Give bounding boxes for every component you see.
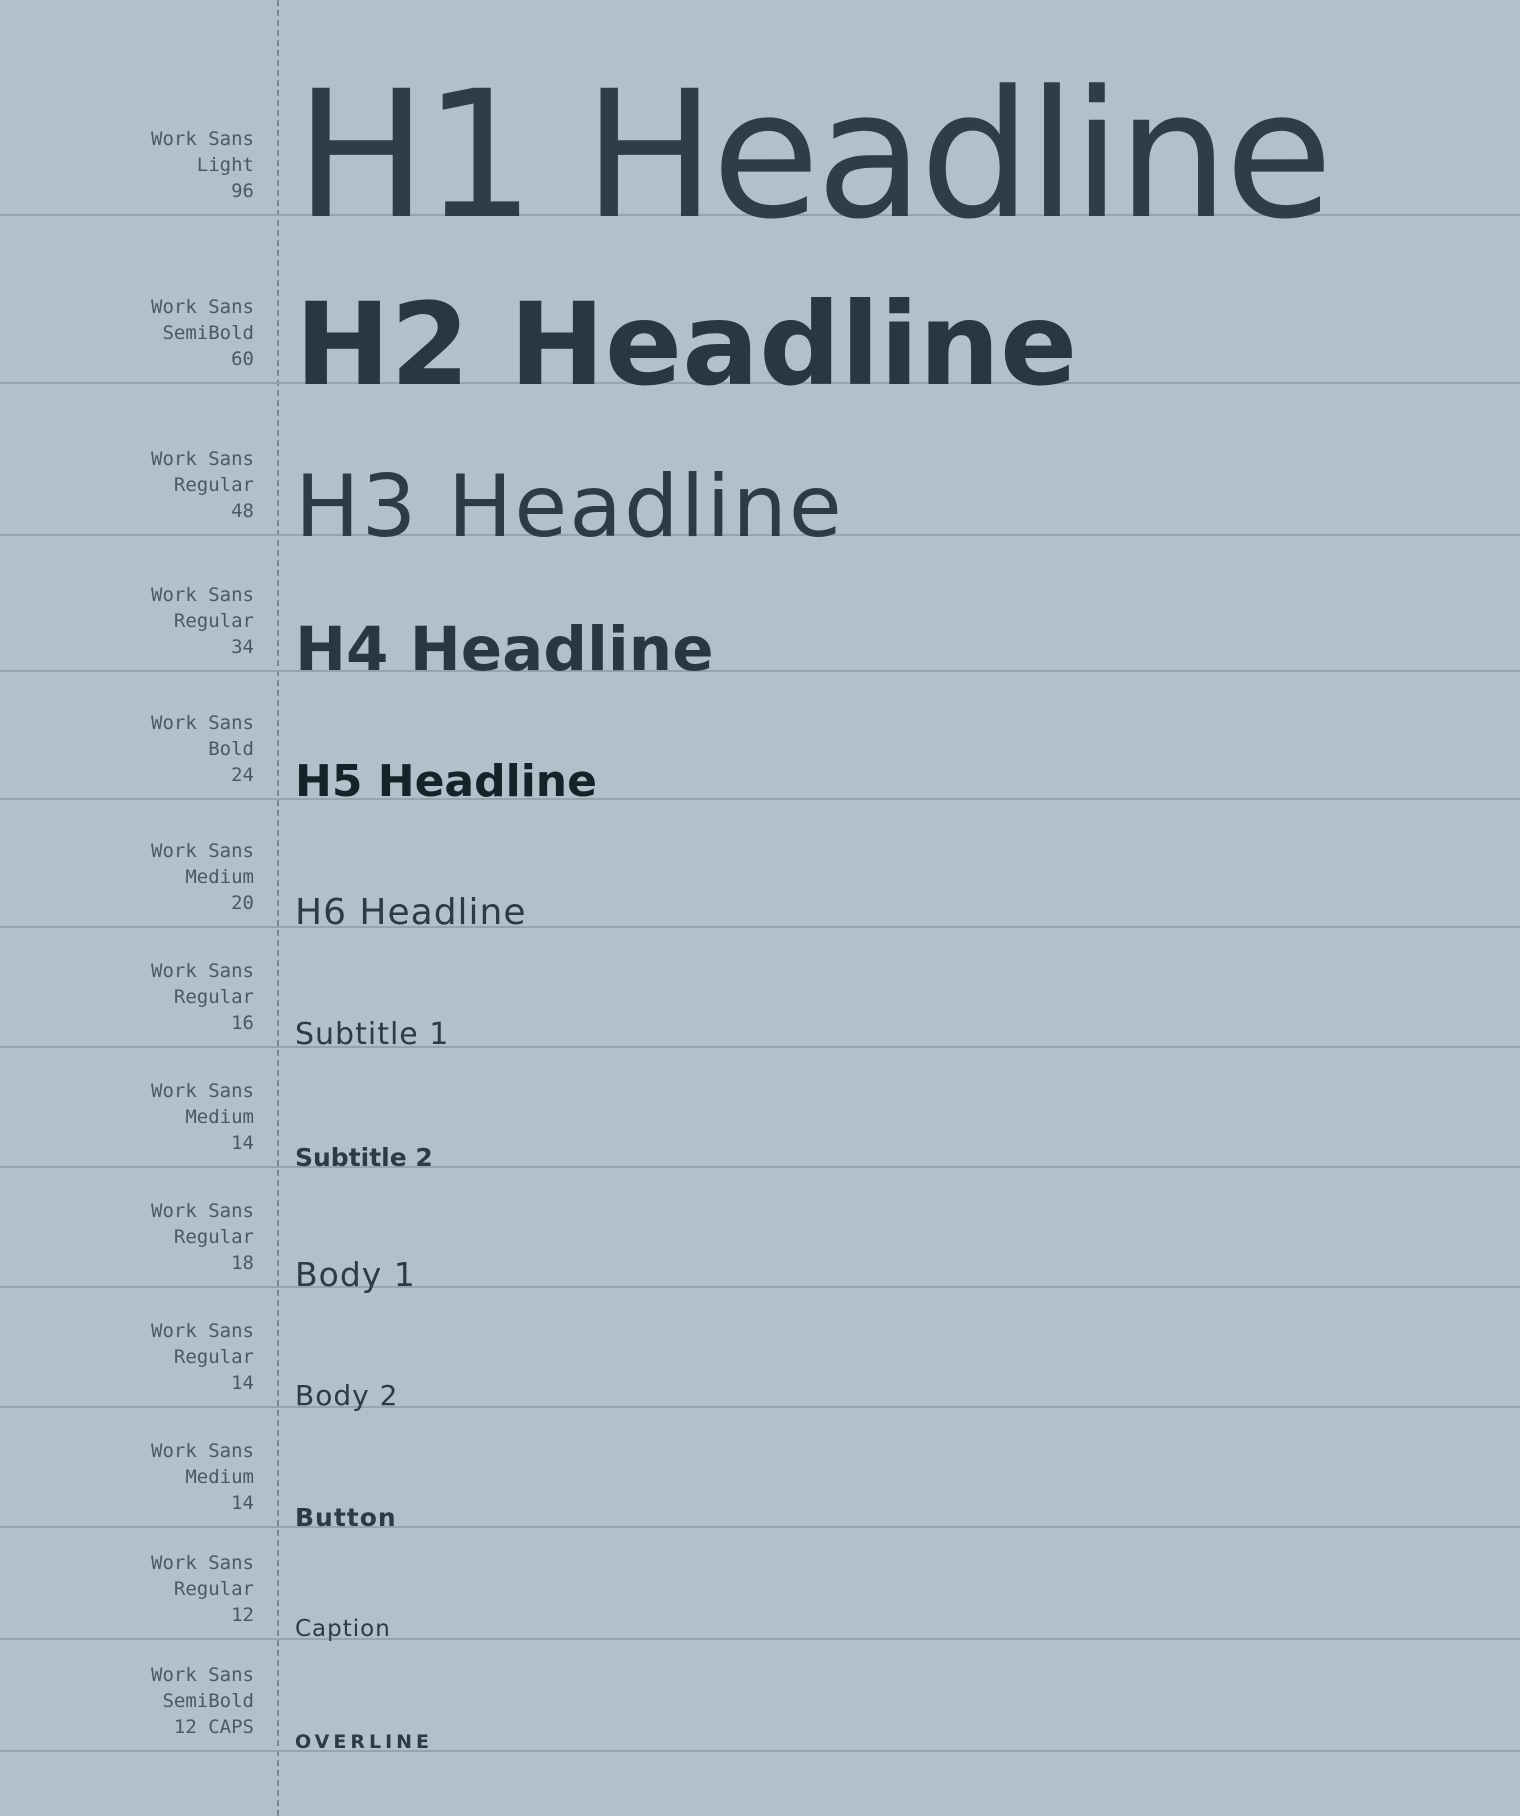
spec-weight: Medium bbox=[185, 1106, 254, 1128]
type-row-subtitle-1: Work Sans Regular 16 Subtitle 1 bbox=[0, 928, 1520, 1052]
sample-h6: H6 Headline bbox=[295, 892, 527, 933]
type-row-h3: Work Sans Regular 48 H3 Headline bbox=[0, 384, 1520, 550]
type-spec: Work Sans SemiBold 12 CAPS bbox=[151, 1662, 254, 1740]
type-spec: Work Sans Regular 34 bbox=[151, 582, 254, 660]
type-row-body-2: Work Sans Regular 14 Body 2 bbox=[0, 1288, 1520, 1412]
spec-font: Work Sans bbox=[151, 1320, 254, 1342]
type-spec: Work Sans Bold 24 bbox=[151, 710, 254, 788]
type-spec: Work Sans Regular 14 bbox=[151, 1318, 254, 1396]
spec-font: Work Sans bbox=[151, 1552, 254, 1574]
spec-size: 24 bbox=[231, 764, 254, 786]
type-row-caption: Work Sans Regular 12 Caption bbox=[0, 1528, 1520, 1642]
spec-weight: SemiBold bbox=[162, 1690, 254, 1712]
type-spec: Work Sans Regular 12 bbox=[151, 1550, 254, 1628]
spec-size: 14 bbox=[231, 1492, 254, 1514]
sample-button: Button bbox=[295, 1503, 397, 1532]
type-row-button: Work Sans Medium 14 Button bbox=[0, 1408, 1520, 1532]
spec-size: 20 bbox=[231, 892, 254, 914]
spec-size: 34 bbox=[231, 636, 254, 658]
sample-subtitle-2: Subtitle 2 bbox=[295, 1143, 433, 1172]
sample-caption: Caption bbox=[295, 1616, 391, 1642]
type-spec: Work Sans Regular 18 bbox=[151, 1198, 254, 1276]
type-spec: Work Sans Light 96 bbox=[151, 126, 254, 204]
sample-overline: OVERLINE bbox=[295, 1731, 434, 1753]
type-spec: Work Sans Regular 16 bbox=[151, 958, 254, 1036]
type-row-h6: Work Sans Medium 20 H6 Headline bbox=[0, 800, 1520, 933]
sample-h4: H4 Headline bbox=[295, 614, 714, 685]
type-spec: Work Sans SemiBold 60 bbox=[151, 294, 254, 372]
spec-font: Work Sans bbox=[151, 128, 254, 150]
spec-weight: Bold bbox=[208, 738, 254, 760]
spec-weight: Regular bbox=[173, 474, 254, 496]
spec-font: Work Sans bbox=[151, 584, 254, 606]
spec-size: 12 CAPS bbox=[173, 1716, 254, 1738]
spec-weight: Regular bbox=[173, 1578, 254, 1600]
spec-size: 96 bbox=[231, 180, 254, 202]
spec-weight: Regular bbox=[173, 1346, 254, 1368]
type-spec: Work Sans Regular 48 bbox=[151, 446, 254, 524]
sample-h5: H5 Headline bbox=[295, 756, 597, 807]
spec-size: 18 bbox=[231, 1252, 254, 1274]
spec-weight: Regular bbox=[173, 610, 254, 632]
type-spec: Work Sans Medium 20 bbox=[151, 838, 254, 916]
spec-font: Work Sans bbox=[151, 960, 254, 982]
spec-size: 14 bbox=[231, 1132, 254, 1154]
type-row-h5: Work Sans Bold 24 H5 Headline bbox=[0, 672, 1520, 804]
sample-subtitle-1: Subtitle 1 bbox=[295, 1017, 450, 1052]
type-spec: Work Sans Medium 14 bbox=[151, 1438, 254, 1516]
spec-font: Work Sans bbox=[151, 1440, 254, 1462]
spec-font: Work Sans bbox=[151, 712, 254, 734]
spec-weight: Medium bbox=[185, 866, 254, 888]
spec-weight: Regular bbox=[173, 986, 254, 1008]
spec-weight: Light bbox=[196, 154, 254, 176]
spec-size: 48 bbox=[231, 500, 254, 522]
type-spec: Work Sans Medium 14 bbox=[151, 1078, 254, 1156]
spec-font: Work Sans bbox=[151, 296, 254, 318]
sample-body-2: Body 2 bbox=[295, 1379, 399, 1412]
type-row-overline: Work Sans SemiBold 12 CAPS OVERLINE bbox=[0, 1640, 1520, 1752]
type-row-h4: Work Sans Regular 34 H4 Headline bbox=[0, 536, 1520, 680]
spec-font: Work Sans bbox=[151, 840, 254, 862]
type-row-subtitle-2: Work Sans Medium 14 Subtitle 2 bbox=[0, 1048, 1520, 1172]
spec-weight: Medium bbox=[185, 1466, 254, 1488]
spec-weight: Regular bbox=[173, 1226, 254, 1248]
spec-font: Work Sans bbox=[151, 448, 254, 470]
spec-weight: SemiBold bbox=[162, 322, 254, 344]
spec-font: Work Sans bbox=[151, 1080, 254, 1102]
typography-scale-sheet: Work Sans Light 96 H1 Headline Work Sans… bbox=[0, 0, 1520, 1816]
spec-size: 12 bbox=[231, 1604, 254, 1626]
type-row-h2: Work Sans SemiBold 60 H2 Headline bbox=[0, 216, 1520, 402]
sample-body-1: Body 1 bbox=[295, 1255, 416, 1294]
spec-size: 14 bbox=[231, 1372, 254, 1394]
type-row-h1: Work Sans Light 96 H1 Headline bbox=[0, 0, 1520, 244]
type-row-body-1: Work Sans Regular 18 Body 1 bbox=[0, 1168, 1520, 1294]
spec-size: 60 bbox=[231, 348, 254, 370]
spec-font: Work Sans bbox=[151, 1664, 254, 1686]
spec-font: Work Sans bbox=[151, 1200, 254, 1222]
spec-size: 16 bbox=[231, 1012, 254, 1034]
